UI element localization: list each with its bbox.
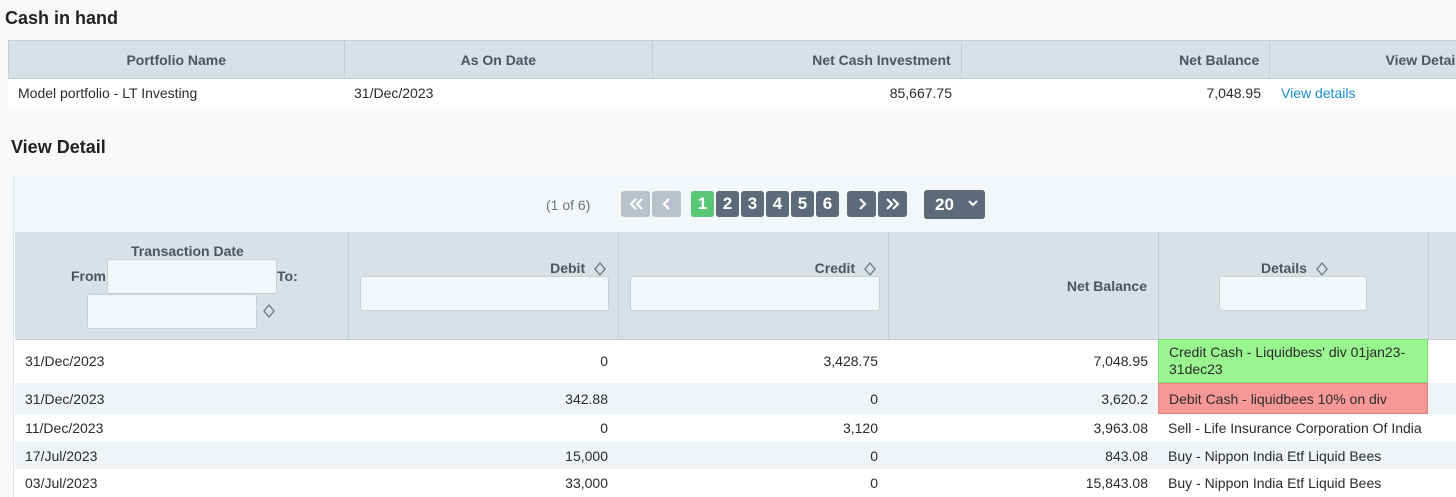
details-filter-input[interactable] xyxy=(1219,276,1367,311)
summary-row: Model portfolio - LT Investing 31/Dec/20… xyxy=(8,79,1456,107)
transaction-date-label: Transaction Date xyxy=(131,243,244,259)
row-net-balance: 3,620.2 xyxy=(1101,390,1148,407)
page-button-1[interactable]: 1 xyxy=(691,191,714,217)
details-header: Details xyxy=(1261,260,1328,277)
row-details: Sell - Life Insurance Corporation Of Ind… xyxy=(1168,420,1422,436)
rows-per-page-select[interactable]: 20 xyxy=(924,190,985,219)
page-report: (1 of 6) xyxy=(546,197,591,213)
debit-filter-input[interactable] xyxy=(360,276,609,311)
debit-label: Debit xyxy=(550,260,586,276)
row-details: Buy - Nippon India Etf Liquid Bees xyxy=(1168,475,1382,491)
detail-title: View Detail xyxy=(11,137,106,157)
col-debit[interactable]: Debit xyxy=(348,232,618,339)
double-chevron-right-icon xyxy=(885,198,900,210)
net-cash-investment: 85,667.75 xyxy=(889,85,952,101)
table-row: 31/Dec/2023 0 3,428.75 7,048.95 Credit C… xyxy=(15,339,1456,383)
net-balance-label: Net Balance xyxy=(1066,278,1147,294)
view-details-cell: View details xyxy=(1271,79,1456,107)
credit-filter-input[interactable] xyxy=(630,276,880,311)
net-balance: 7,048.95 xyxy=(1206,85,1262,101)
paginator: (1 of 6) 1 2 3 4 5 6 20 xyxy=(14,177,1456,233)
prev-page-button[interactable] xyxy=(652,191,681,217)
row-credit: 0 xyxy=(870,390,878,407)
row-credit: 0 xyxy=(870,475,878,491)
table-row: 17/Jul/2023 15,000 0 843.08 Buy - Nippon… xyxy=(15,442,1456,469)
col-view-details: View Details xyxy=(1385,51,1456,68)
portfolio-name: Model portfolio - LT Investing xyxy=(18,85,198,101)
page-button-4[interactable]: 4 xyxy=(766,191,789,217)
rows-per-page-value: 20 xyxy=(935,194,954,214)
page-title: Cash in hand xyxy=(5,8,119,28)
row-details: Credit Cash - Liquidbess' div 01jan23-31… xyxy=(1158,339,1428,383)
col-as-on-date: As On Date xyxy=(345,41,654,78)
row-date: 31/Dec/2023 xyxy=(25,390,105,407)
details-label: Details xyxy=(1261,260,1307,276)
col-credit[interactable]: Credit xyxy=(618,232,888,339)
row-details: Debit Cash - liquidbees 10% on div xyxy=(1158,383,1428,414)
first-page-button[interactable] xyxy=(621,191,650,217)
sort-icon[interactable] xyxy=(263,304,275,318)
chevron-left-icon xyxy=(661,198,670,210)
detail-table-body: 31/Dec/2023 0 3,428.75 7,048.95 Credit C… xyxy=(15,339,1456,497)
as-on-date: 31/Dec/2023 xyxy=(354,85,434,101)
next-page-button[interactable] xyxy=(847,191,876,217)
row-debit: 342.88 xyxy=(565,390,608,407)
row-credit: 0 xyxy=(870,447,878,464)
last-page-button[interactable] xyxy=(878,191,907,217)
detail-table: (1 of 6) 1 2 3 4 5 6 20 Transaction Date… xyxy=(13,177,1456,497)
view-details-link[interactable]: View details xyxy=(1281,85,1355,101)
row-debit: 0 xyxy=(600,420,608,436)
row-debit: 0 xyxy=(600,353,608,369)
chevron-right-icon xyxy=(858,198,867,210)
row-details: Buy - Nippon India Etf Liquid Bees xyxy=(1168,447,1382,464)
col-portfolio-name: Portfolio Name xyxy=(9,41,345,78)
date-from-input[interactable] xyxy=(107,259,277,294)
page-button-6[interactable]: 6 xyxy=(816,191,839,217)
row-net-balance: 15,843.08 xyxy=(1085,475,1148,491)
date-to-input[interactable] xyxy=(87,294,257,329)
row-credit: 3,120 xyxy=(842,420,878,436)
row-date: 31/Dec/2023 xyxy=(25,353,105,369)
summary-header-row: Portfolio Name As On Date Net Cash Inves… xyxy=(8,40,1456,79)
sort-icon[interactable] xyxy=(1315,262,1328,277)
col-extra xyxy=(1428,232,1456,339)
chevron-down-icon xyxy=(968,200,978,207)
col-details[interactable]: Details xyxy=(1158,232,1428,339)
page-button-5[interactable]: 5 xyxy=(791,191,814,217)
to-label: To: xyxy=(277,268,298,284)
row-credit: 3,428.75 xyxy=(823,353,879,369)
detail-header-row: Transaction Date From: To: Debit Credit xyxy=(15,232,1456,340)
col-net-cash-investment: Net Cash Investment xyxy=(653,41,962,78)
credit-header: Credit xyxy=(814,260,876,277)
credit-label: Credit xyxy=(814,260,856,276)
from-label: From: xyxy=(71,268,111,284)
row-date: 11/Dec/2023 xyxy=(25,420,104,436)
row-net-balance: 7,048.95 xyxy=(1093,353,1149,369)
table-row: 11/Dec/2023 0 3,120 3,963.08 Sell - Life… xyxy=(15,414,1456,442)
row-date: 03/Jul/2023 xyxy=(25,475,98,491)
row-net-balance: 3,963.08 xyxy=(1093,420,1149,436)
page-button-3[interactable]: 3 xyxy=(741,191,764,217)
col-net-balance: Net Balance xyxy=(888,232,1158,339)
row-debit: 33,000 xyxy=(565,475,608,491)
summary-table: Portfolio Name As On Date Net Cash Inves… xyxy=(8,40,1456,108)
row-debit: 15,000 xyxy=(565,447,608,464)
double-chevron-left-icon xyxy=(628,198,643,210)
sort-icon[interactable] xyxy=(594,262,606,277)
table-row: 31/Dec/2023 342.88 0 3,620.2 Debit Cash … xyxy=(15,383,1456,414)
row-net-balance: 843.08 xyxy=(1105,447,1148,464)
page-button-2[interactable]: 2 xyxy=(716,191,739,217)
table-row: 03/Jul/2023 33,000 0 15,843.08 Buy - Nip… xyxy=(15,469,1456,497)
col-net-balance: Net Balance xyxy=(962,41,1271,78)
sort-icon[interactable] xyxy=(864,262,876,277)
debit-header: Debit xyxy=(550,260,606,277)
row-date: 17/Jul/2023 xyxy=(25,447,98,464)
col-transaction-date: Transaction Date From: To: xyxy=(15,232,348,339)
